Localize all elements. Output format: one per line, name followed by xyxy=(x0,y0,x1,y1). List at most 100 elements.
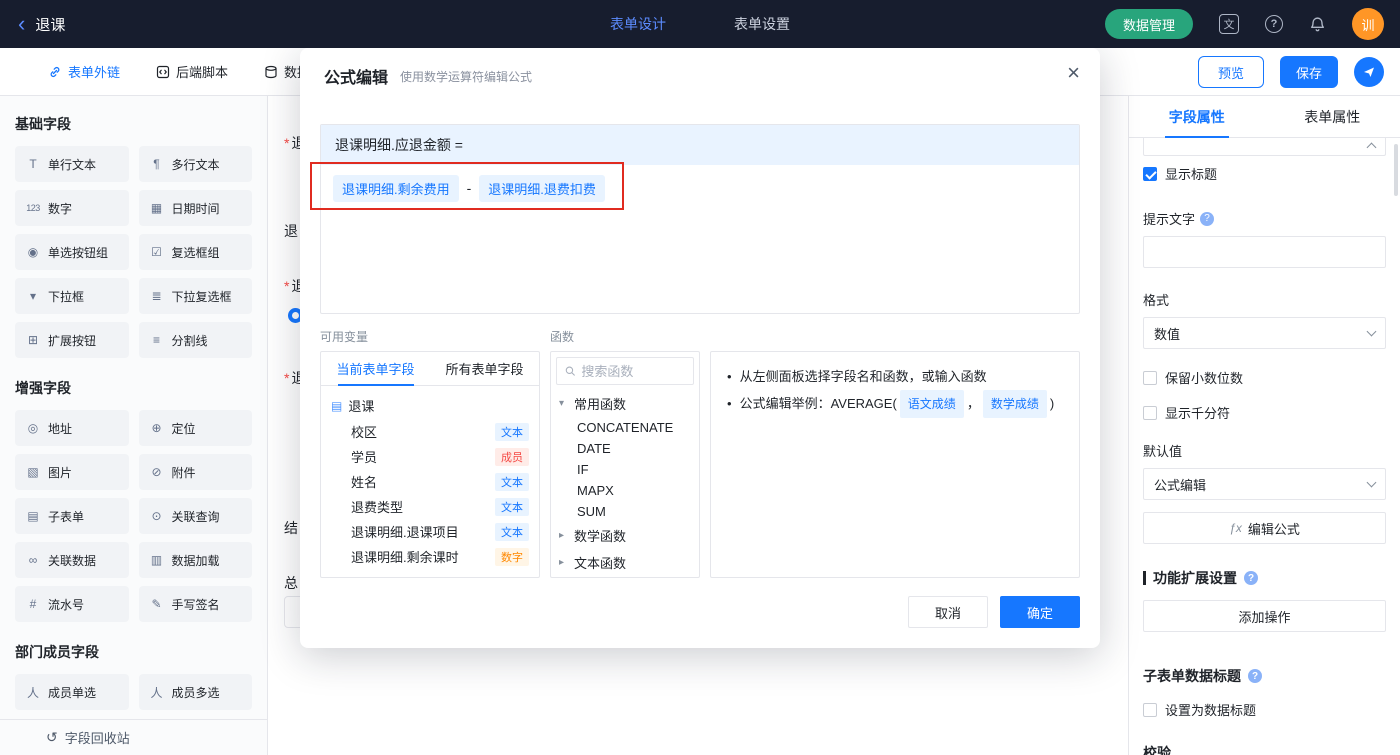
formula-input-area[interactable]: 退课明细.剩余费用 - 退课明细.退费扣费 xyxy=(321,165,1079,313)
formula-operator: - xyxy=(466,180,472,196)
tab-form-settings[interactable]: 表单设置 xyxy=(734,14,790,34)
chevron-down-icon xyxy=(1366,326,1377,337)
toolbar-item-form-external-link[interactable]: 表单外链 xyxy=(48,62,120,81)
formula-editor-modal: 公式编辑 使用数学运算符编辑公式 × 退课明细.应退金额 = 退课明细.剩余费用… xyxy=(300,48,1100,648)
recycle-icon: ↺ xyxy=(46,729,58,745)
scrollbar-thumb[interactable] xyxy=(1394,144,1398,196)
divider-icon: ≡ xyxy=(152,333,160,347)
set-data-title-row: 设置为数据标题 xyxy=(1143,700,1386,719)
field-multi-dropdown[interactable]: ≣ 下拉复选框 xyxy=(138,278,252,314)
database-icon xyxy=(265,65,277,78)
toolbar-item-backend-script[interactable]: 后端脚本 xyxy=(156,62,228,81)
formula-target: 退课明细.应退金额 = xyxy=(321,125,1079,165)
question-badge-icon[interactable]: ? xyxy=(1248,669,1262,683)
share-button[interactable] xyxy=(1354,57,1384,87)
question-badge-icon[interactable]: ? xyxy=(1244,571,1258,585)
show-title-checkbox[interactable] xyxy=(1143,166,1157,181)
field-image[interactable]: ▧ 图片 xyxy=(15,454,129,490)
hint-text-input[interactable] xyxy=(1143,236,1386,268)
set-data-title-checkbox[interactable] xyxy=(1143,702,1157,717)
tab-current-form-fields[interactable]: 当前表单字段 xyxy=(321,352,430,385)
extension-settings-title: 功能扩展设置 ? xyxy=(1143,568,1386,588)
back-button[interactable]: ‹ xyxy=(18,13,25,35)
field-location[interactable]: ⊕ 定位 xyxy=(138,410,252,446)
location-icon: ⊕ xyxy=(151,421,162,435)
field-member-multi[interactable]: 人成员多选 xyxy=(138,674,252,710)
field-extend-button[interactable]: ⊞ 扩展按钮 xyxy=(15,322,129,358)
partial-scrolled-select[interactable] xyxy=(1143,138,1386,156)
variable-item[interactable]: 退费类型 文本 xyxy=(321,494,539,519)
cancel-button[interactable]: 取消 xyxy=(908,596,988,628)
field-checkbox-group[interactable]: ☑ 复选框组 xyxy=(138,234,252,270)
subform-data-title: 子表单数据标题 ? xyxy=(1143,666,1386,686)
signature-icon: ✎ xyxy=(151,597,162,611)
field-single-line-text[interactable]: T 单行文本 xyxy=(15,146,129,182)
default-value-select[interactable]: 公式编辑 xyxy=(1143,468,1386,500)
formula-field-chip[interactable]: 退课明细.退费扣费 xyxy=(479,175,605,202)
function-close-text: ) xyxy=(1049,396,1055,411)
function-item[interactable]: CONCATENATE xyxy=(551,417,699,438)
field-data-load[interactable]: ▥ 数据加载 xyxy=(138,542,252,578)
field-recycle-bin[interactable]: ↺ 字段回收站 xyxy=(0,719,267,755)
edit-formula-button[interactable]: ƒx 编辑公式 xyxy=(1143,512,1386,544)
section-title-member-fields: 部门成员字段 xyxy=(15,644,99,660)
field-attachment[interactable]: ⊘ 附件 xyxy=(138,454,252,490)
functions-panel: ▾ 常用函数 CONCATENATE DATE IF MAPX SUM ▸ 数学… xyxy=(550,351,700,578)
function-item[interactable]: IF xyxy=(551,459,699,480)
add-action-button[interactable]: 添加操作 xyxy=(1143,600,1386,632)
tree-root-form[interactable]: ▤ 退课 xyxy=(321,392,539,419)
variable-item[interactable]: 学员 成员 xyxy=(321,444,539,469)
field-member-single[interactable]: 人成员单选 xyxy=(15,674,129,710)
chevron-right-icon: ▸ xyxy=(559,530,565,541)
function-search[interactable] xyxy=(556,357,694,385)
preview-button[interactable]: 预览 xyxy=(1198,56,1264,88)
field-datetime[interactable]: ▦ 日期时间 xyxy=(138,190,252,226)
field-serial-number[interactable]: # 流水号 xyxy=(15,586,129,622)
tab-field-properties[interactable]: 字段属性 xyxy=(1129,96,1265,137)
function-group-common[interactable]: ▾ 常用函数 xyxy=(551,390,699,417)
field-dropdown[interactable]: ▾ 下拉框 xyxy=(15,278,129,314)
form-doc-icon: ▤ xyxy=(331,398,343,413)
variable-item[interactable]: 姓名 文本 xyxy=(321,469,539,494)
confirm-button[interactable]: 确定 xyxy=(1000,596,1080,628)
question-badge-icon[interactable]: ? xyxy=(1200,211,1215,226)
field-multi-line-text[interactable]: ¶ 多行文本 xyxy=(138,146,252,182)
function-search-input[interactable] xyxy=(581,363,685,379)
fx-icon: ƒx xyxy=(1229,521,1242,535)
tab-all-form-fields[interactable]: 所有表单字段 xyxy=(430,352,539,385)
member-multi-icon: 人 xyxy=(150,685,163,700)
formula-field-chip[interactable]: 退课明细.剩余费用 xyxy=(333,175,459,202)
variable-item[interactable]: 退课明细.剩余课时 数字 xyxy=(321,544,539,569)
tab-form-properties[interactable]: 表单属性 xyxy=(1265,96,1400,137)
field-number[interactable]: 123 数字 xyxy=(15,190,129,226)
field-address[interactable]: ◎ 地址 xyxy=(15,410,129,446)
function-item[interactable]: SUM xyxy=(551,501,699,522)
formula-editor: 退课明细.应退金额 = 退课明细.剩余费用 - 退课明细.退费扣费 xyxy=(320,124,1080,314)
help-icon[interactable]: ? xyxy=(1265,15,1283,33)
variable-item[interactable]: 退课明细.退课项目 文本 xyxy=(321,519,539,544)
multi-dropdown-icon: ≣ xyxy=(151,289,162,303)
bell-icon[interactable] xyxy=(1309,16,1326,33)
function-group-text[interactable]: ▸ 文本函数 xyxy=(551,549,699,576)
field-linked-query[interactable]: ⊙ 关联查询 xyxy=(138,498,252,534)
field-signature[interactable]: ✎ 手写签名 xyxy=(138,586,252,622)
variable-item[interactable]: 校区 文本 xyxy=(321,419,539,444)
save-button[interactable]: 保存 xyxy=(1280,56,1338,88)
field-radio-group[interactable]: ◉ 单选按钮组 xyxy=(15,234,129,270)
data-load-icon: ▥ xyxy=(150,553,163,567)
close-icon[interactable]: × xyxy=(1067,62,1080,84)
keep-decimals-checkbox[interactable] xyxy=(1143,370,1157,385)
field-linked-data[interactable]: ∞ 关联数据 xyxy=(15,542,129,578)
data-manage-button[interactable]: 数据管理 xyxy=(1104,9,1193,39)
field-type-tag: 文本 xyxy=(495,472,529,491)
tab-form-design[interactable]: 表单设计 xyxy=(610,14,666,34)
thousands-checkbox[interactable] xyxy=(1143,405,1157,420)
function-group-math[interactable]: ▸ 数学函数 xyxy=(551,522,699,549)
field-subform[interactable]: ▤ 子表单 xyxy=(15,498,129,534)
function-item[interactable]: MAPX xyxy=(551,480,699,501)
avatar[interactable]: 训 xyxy=(1352,8,1384,40)
field-divider[interactable]: ≡ 分割线 xyxy=(138,322,252,358)
format-select[interactable]: 数值 xyxy=(1143,317,1386,349)
function-item[interactable]: DATE xyxy=(551,438,699,459)
translate-icon[interactable]: 文 xyxy=(1219,14,1239,34)
